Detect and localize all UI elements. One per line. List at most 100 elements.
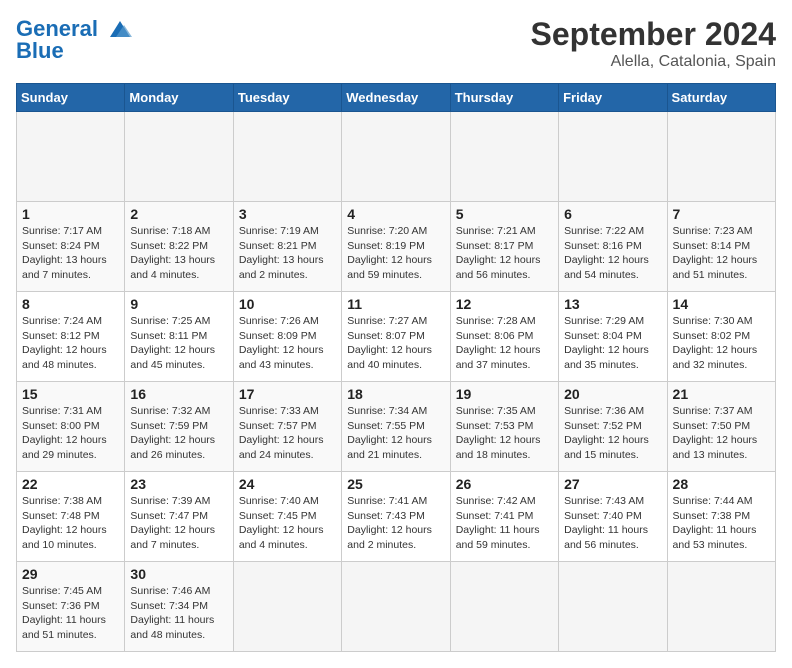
day-number: 18: [347, 386, 444, 402]
day-info: Sunrise: 7:31 AM Sunset: 8:00 PM Dayligh…: [22, 404, 119, 463]
day-info: Sunrise: 7:33 AM Sunset: 7:57 PM Dayligh…: [239, 404, 336, 463]
day-number: 7: [673, 206, 770, 222]
day-info: Sunrise: 7:26 AM Sunset: 8:09 PM Dayligh…: [239, 314, 336, 373]
day-info: Sunrise: 7:18 AM Sunset: 8:22 PM Dayligh…: [130, 224, 227, 283]
day-cell: 10Sunrise: 7:26 AM Sunset: 8:09 PM Dayli…: [233, 292, 341, 382]
day-number: 11: [347, 296, 444, 312]
day-cell: 9 Sunrise: 7:25 AM Sunset: 8:11 PM Daylig…: [125, 292, 233, 382]
day-cell: [233, 562, 341, 652]
day-cell: 22 Sunrise: 7:38 AM Sunset: 7:48 PM Dayli…: [17, 472, 125, 562]
day-number: 17: [239, 386, 336, 402]
col-header-friday: Friday: [559, 84, 667, 112]
day-number: 19: [456, 386, 553, 402]
day-cell: 26Sunrise: 7:42 AM Sunset: 7:41 PM Dayli…: [450, 472, 558, 562]
day-info: Sunrise: 7:23 AM Sunset: 8:14 PM Dayligh…: [673, 224, 770, 283]
day-number: 30: [130, 566, 227, 582]
day-cell: [233, 112, 341, 202]
day-cell: 1 Sunrise: 7:17 AM Sunset: 8:24 PM Daylig…: [17, 202, 125, 292]
day-cell: 19 Sunrise: 7:35 AM Sunset: 7:53 PM Dayli…: [450, 382, 558, 472]
day-number: 28: [673, 476, 770, 492]
day-number: 27: [564, 476, 661, 492]
day-cell: 14 Sunrise: 7:30 AM Sunset: 8:02 PM Dayli…: [667, 292, 775, 382]
day-cell: 6Sunrise: 7:22 AM Sunset: 8:16 PM Daylig…: [559, 202, 667, 292]
day-info: Sunrise: 7:28 AM Sunset: 8:06 PM Dayligh…: [456, 314, 553, 373]
month-title: September 2024: [531, 16, 776, 53]
logo-icon: [106, 19, 134, 41]
day-cell: 12 Sunrise: 7:28 AM Sunset: 8:06 PM Dayli…: [450, 292, 558, 382]
day-cell: [559, 112, 667, 202]
day-number: 25: [347, 476, 444, 492]
title-area: September 2024 Alella, Catalonia, Spain: [531, 16, 776, 71]
day-number: 24: [239, 476, 336, 492]
day-number: 22: [22, 476, 119, 492]
day-cell: [342, 562, 450, 652]
day-number: 5: [456, 206, 553, 222]
day-info: Sunrise: 7:44 AM Sunset: 7:38 PM Dayligh…: [673, 494, 770, 553]
day-cell: 28 Sunrise: 7:44 AM Sunset: 7:38 PM Dayli…: [667, 472, 775, 562]
day-number: 6: [564, 206, 661, 222]
day-info: Sunrise: 7:32 AM Sunset: 7:59 PM Dayligh…: [130, 404, 227, 463]
col-header-tuesday: Tuesday: [233, 84, 341, 112]
week-row-0: [17, 112, 776, 202]
day-info: Sunrise: 7:36 AM Sunset: 7:52 PM Dayligh…: [564, 404, 661, 463]
day-cell: 13Sunrise: 7:29 AM Sunset: 8:04 PM Dayli…: [559, 292, 667, 382]
day-number: 21: [673, 386, 770, 402]
day-info: Sunrise: 7:17 AM Sunset: 8:24 PM Dayligh…: [22, 224, 119, 283]
day-cell: [450, 112, 558, 202]
calendar-header-row: SundayMondayTuesdayWednesdayThursdayFrid…: [17, 84, 776, 112]
day-info: Sunrise: 7:34 AM Sunset: 7:55 PM Dayligh…: [347, 404, 444, 463]
col-header-monday: Monday: [125, 84, 233, 112]
day-cell: 30Sunrise: 7:46 AM Sunset: 7:34 PM Dayli…: [125, 562, 233, 652]
logo: General Blue: [16, 16, 134, 64]
day-cell: 4Sunrise: 7:20 AM Sunset: 8:19 PM Daylig…: [342, 202, 450, 292]
day-cell: 27 Sunrise: 7:43 AM Sunset: 7:40 PM Dayli…: [559, 472, 667, 562]
day-info: Sunrise: 7:20 AM Sunset: 8:19 PM Dayligh…: [347, 224, 444, 283]
col-header-thursday: Thursday: [450, 84, 558, 112]
logo-subtext: Blue: [16, 38, 64, 64]
day-info: Sunrise: 7:45 AM Sunset: 7:36 PM Dayligh…: [22, 584, 119, 643]
day-info: Sunrise: 7:25 AM Sunset: 8:11 PM Dayligh…: [130, 314, 227, 373]
day-number: 12: [456, 296, 553, 312]
day-cell: 11 Sunrise: 7:27 AM Sunset: 8:07 PM Dayli…: [342, 292, 450, 382]
day-cell: 23 Sunrise: 7:39 AM Sunset: 7:47 PM Dayli…: [125, 472, 233, 562]
day-number: 2: [130, 206, 227, 222]
day-number: 14: [673, 296, 770, 312]
day-cell: 29Sunrise: 7:45 AM Sunset: 7:36 PM Dayli…: [17, 562, 125, 652]
col-header-saturday: Saturday: [667, 84, 775, 112]
col-header-sunday: Sunday: [17, 84, 125, 112]
day-cell: 16Sunrise: 7:32 AM Sunset: 7:59 PM Dayli…: [125, 382, 233, 472]
day-number: 9: [130, 296, 227, 312]
day-cell: 17 Sunrise: 7:33 AM Sunset: 7:57 PM Dayli…: [233, 382, 341, 472]
day-cell: [17, 112, 125, 202]
day-cell: 20 Sunrise: 7:36 AM Sunset: 7:52 PM Dayli…: [559, 382, 667, 472]
day-info: Sunrise: 7:38 AM Sunset: 7:48 PM Dayligh…: [22, 494, 119, 553]
day-info: Sunrise: 7:24 AM Sunset: 8:12 PM Dayligh…: [22, 314, 119, 373]
day-number: 1: [22, 206, 119, 222]
day-cell: 24 Sunrise: 7:40 AM Sunset: 7:45 PM Dayli…: [233, 472, 341, 562]
day-info: Sunrise: 7:35 AM Sunset: 7:53 PM Dayligh…: [456, 404, 553, 463]
day-info: Sunrise: 7:27 AM Sunset: 8:07 PM Dayligh…: [347, 314, 444, 373]
day-cell: 8 Sunrise: 7:24 AM Sunset: 8:12 PM Daylig…: [17, 292, 125, 382]
day-cell: 3Sunrise: 7:19 AM Sunset: 8:21 PM Daylig…: [233, 202, 341, 292]
day-info: Sunrise: 7:30 AM Sunset: 8:02 PM Dayligh…: [673, 314, 770, 373]
day-cell: [450, 562, 558, 652]
week-row-4: 22 Sunrise: 7:38 AM Sunset: 7:48 PM Dayli…: [17, 472, 776, 562]
day-cell: 7 Sunrise: 7:23 AM Sunset: 8:14 PM Daylig…: [667, 202, 775, 292]
week-row-5: 29Sunrise: 7:45 AM Sunset: 7:36 PM Dayli…: [17, 562, 776, 652]
day-number: 23: [130, 476, 227, 492]
day-number: 20: [564, 386, 661, 402]
day-info: Sunrise: 7:43 AM Sunset: 7:40 PM Dayligh…: [564, 494, 661, 553]
day-info: Sunrise: 7:40 AM Sunset: 7:45 PM Dayligh…: [239, 494, 336, 553]
page-header: General Blue September 2024 Alella, Cata…: [16, 16, 776, 71]
day-info: Sunrise: 7:37 AM Sunset: 7:50 PM Dayligh…: [673, 404, 770, 463]
day-cell: 18 Sunrise: 7:34 AM Sunset: 7:55 PM Dayli…: [342, 382, 450, 472]
day-info: Sunrise: 7:39 AM Sunset: 7:47 PM Dayligh…: [130, 494, 227, 553]
day-cell: [342, 112, 450, 202]
day-number: 3: [239, 206, 336, 222]
calendar-table: SundayMondayTuesdayWednesdayThursdayFrid…: [16, 83, 776, 652]
week-row-1: 1 Sunrise: 7:17 AM Sunset: 8:24 PM Daylig…: [17, 202, 776, 292]
day-number: 8: [22, 296, 119, 312]
day-cell: 25Sunrise: 7:41 AM Sunset: 7:43 PM Dayli…: [342, 472, 450, 562]
day-cell: [125, 112, 233, 202]
day-number: 13: [564, 296, 661, 312]
